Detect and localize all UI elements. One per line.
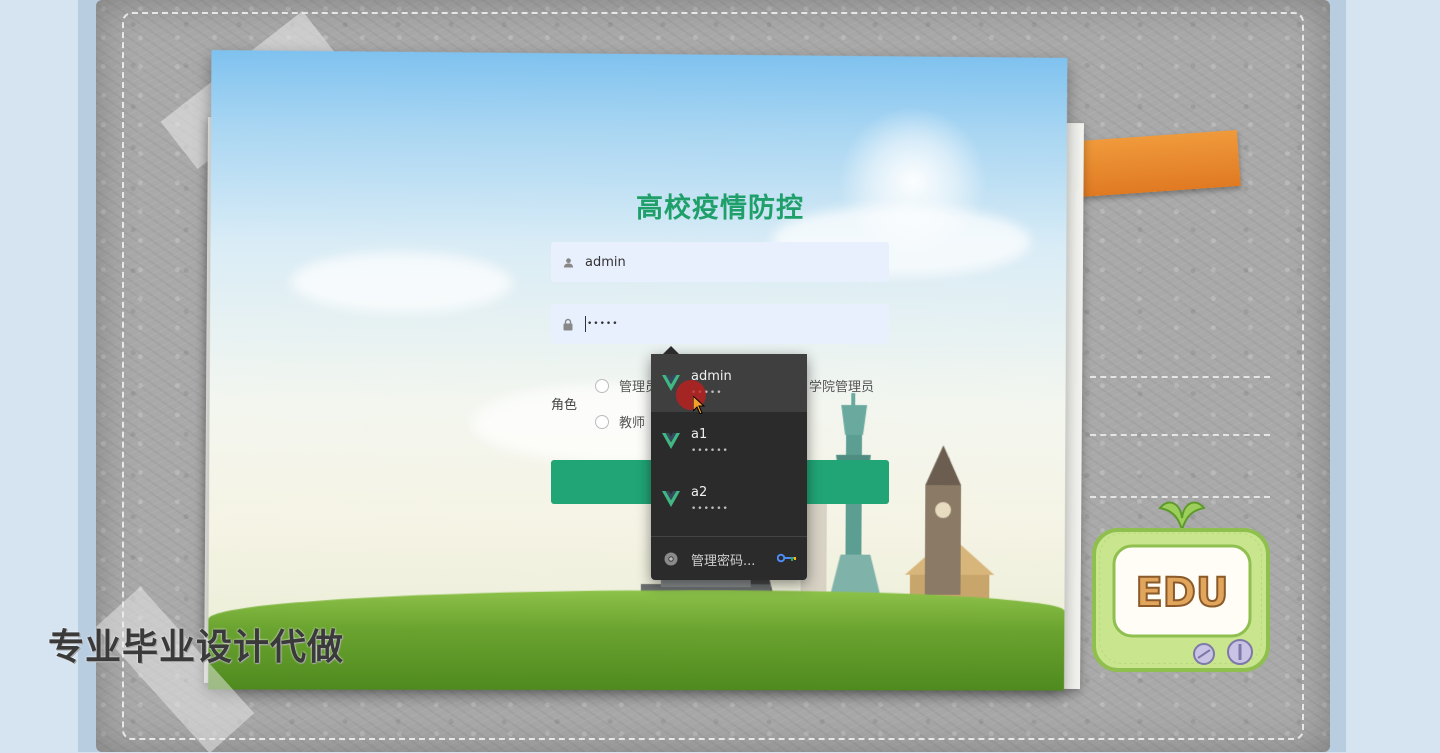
role-option-label: 学院管理员 [809, 376, 874, 395]
vue-logo-icon [651, 491, 691, 507]
password-field[interactable]: ••••• [551, 304, 889, 344]
radio-circle [595, 379, 609, 393]
password-value: ••••• [587, 319, 619, 329]
dropdown-arrow [663, 346, 679, 354]
autofill-password-mask: •••••• [691, 446, 729, 456]
username-value: admin [585, 255, 626, 270]
manage-passwords-label: 管理密码... [691, 550, 755, 569]
autofill-item-a1[interactable]: a1 •••••• [651, 412, 807, 470]
text-cursor [585, 316, 586, 332]
password-autofill-dropdown: admin ••••• a1 •••••• a2 •••••• 管理密码... [651, 354, 807, 580]
page-title: 高校疫情防控 [551, 186, 889, 225]
role-radio-teacher[interactable]: 教师 [595, 412, 645, 431]
edu-tv-badge: EDU [1090, 490, 1272, 680]
role-label: 角色 [551, 394, 577, 413]
radio-circle [595, 415, 609, 429]
dropdown-divider [651, 536, 807, 537]
autofill-item-a2[interactable]: a2 •••••• [651, 470, 807, 528]
username-field[interactable]: admin [551, 242, 889, 282]
dashed-line [1090, 376, 1270, 378]
background-photo [208, 50, 1067, 690]
role-option-label: 教师 [619, 412, 645, 431]
role-radio-admin[interactable]: 管理员 [595, 376, 658, 395]
chrome-icon [651, 552, 691, 566]
user-icon [561, 255, 575, 269]
vue-logo-icon [651, 433, 691, 449]
watermark-text: 专业毕业设计代做 [48, 618, 344, 670]
autofill-username: a1 [691, 427, 729, 442]
manage-passwords-item[interactable]: 管理密码... [651, 544, 807, 574]
autofill-username: a2 [691, 485, 729, 500]
lock-icon [561, 317, 575, 331]
edu-badge-text: EDU [1135, 570, 1228, 616]
autofill-password-mask: •••••• [691, 504, 729, 514]
mouse-pointer-icon [693, 396, 705, 414]
autofill-item-admin[interactable]: admin ••••• [651, 354, 807, 412]
key-icon [777, 552, 797, 567]
dashed-line [1090, 434, 1270, 436]
cloud [291, 252, 513, 314]
